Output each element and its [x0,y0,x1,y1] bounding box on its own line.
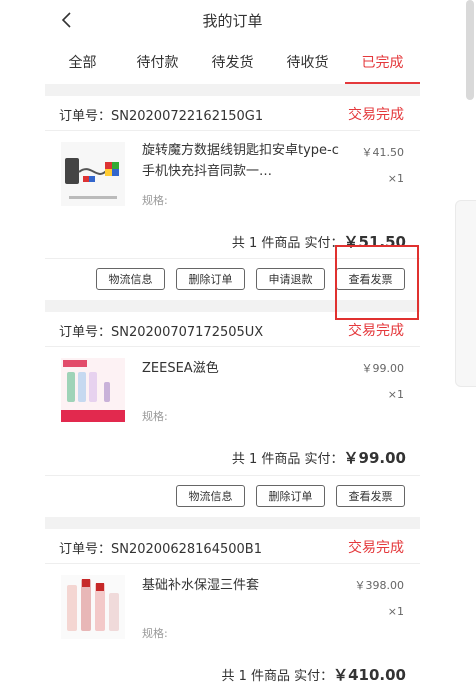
product-spec: 规格: [142,627,168,640]
product-price: ￥41.50 [361,146,405,159]
order-number: 订单号：SN20200722162150G1 [59,109,264,124]
divider [45,346,420,347]
product-image-cosmetics-icon [61,358,125,422]
order-header: 订单号：SN20200707172505UX 交易完成 [45,312,420,346]
order-status: 交易完成 [348,540,404,556]
side-panel-handle[interactable] [455,200,476,387]
scrollbar[interactable] [466,0,474,100]
product-price: ￥398.00 [354,579,405,592]
tab-pending-receipt[interactable]: 待收货 [270,52,345,72]
tab-completed[interactable]: 已完成 [345,52,420,72]
order-summary: 共 1 件商品 实付：￥51.50 [231,233,406,251]
product-thumbnail[interactable] [61,358,125,422]
order-header: 订单号：SN20200628164500B1 交易完成 [45,529,420,563]
order-status: 交易完成 [348,323,404,339]
top-bar: 我的订单 [45,0,420,41]
order-list-app: 我的订单 全部 待付款 待发货 待收货 已完成 订单号：SN2020072216… [45,0,420,687]
divider [45,258,420,259]
product-thumbnail[interactable] [61,142,125,206]
order-card: 订单号：SN20200707172505UX 交易完成 ZEESEA滋色 规格:… [45,312,420,517]
product-image-skincare-icon [61,575,125,639]
delete-order-button[interactable]: 删除订单 [176,268,245,290]
order-header: 订单号：SN20200722162150G1 交易完成 [45,96,420,130]
page-title: 我的订单 [202,12,263,30]
order-card: 订单号：SN20200628164500B1 交易完成 基础补水保湿三件套 规格… [45,529,420,687]
product-quantity: ×1 [387,172,404,185]
order-total: ￥51.50 [343,233,406,251]
order-number: 订单号：SN20200628164500B1 [59,542,262,557]
product-image-cable-icon [61,142,125,206]
product-thumbnail[interactable] [61,575,125,639]
order-status: 交易完成 [348,107,404,123]
logistics-button[interactable]: 物流信息 [96,268,165,290]
product-price: ￥99.00 [361,362,405,375]
order-total: ￥99.00 [343,449,406,467]
product-name[interactable]: 旋转魔方数据线钥匙扣安卓type-c手机快充抖音同款一… [142,140,342,182]
delete-order-button[interactable]: 删除订单 [256,485,325,507]
product-spec: 规格: [142,194,168,207]
product-name[interactable]: 基础补水保湿三件套 [142,575,342,596]
divider [45,130,420,131]
tab-all[interactable]: 全部 [45,52,120,72]
order-number: 订单号：SN20200707172505UX [59,325,264,340]
order-total: ￥410.00 [333,666,406,684]
order-tabs: 全部 待付款 待发货 待收货 已完成 [45,40,420,84]
view-invoice-button[interactable]: 查看发票 [336,268,405,290]
product-name[interactable]: ZEESEA滋色 [142,358,342,379]
active-tab-indicator [345,82,420,84]
order-card: 订单号：SN20200722162150G1 交易完成 旋转魔方数据线钥匙扣安卓… [45,96,420,300]
tab-pending-shipment[interactable]: 待发货 [195,52,270,72]
order-summary: 共 1 件商品 实付：￥410.00 [221,666,406,684]
product-spec: 规格: [142,410,168,423]
view-invoice-button[interactable]: 查看发票 [336,485,405,507]
logistics-button[interactable]: 物流信息 [176,485,245,507]
product-quantity: ×1 [387,388,404,401]
request-refund-button[interactable]: 申请退款 [256,268,325,290]
divider [45,475,420,476]
product-quantity: ×1 [387,605,404,618]
order-summary: 共 1 件商品 实付：￥99.00 [231,449,406,467]
tab-pending-payment[interactable]: 待付款 [120,52,195,72]
divider [45,563,420,564]
